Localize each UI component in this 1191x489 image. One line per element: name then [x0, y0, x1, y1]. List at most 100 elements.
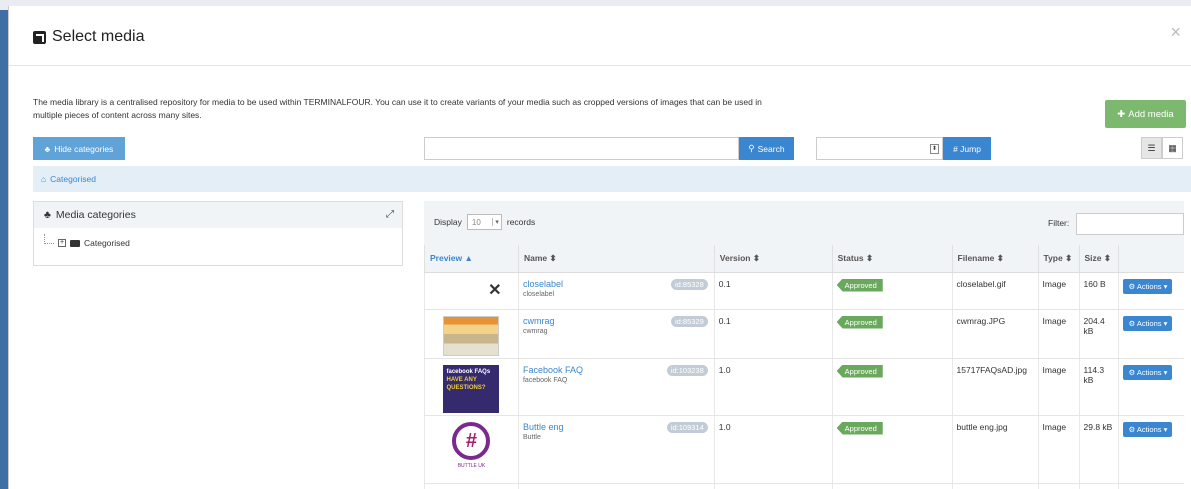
close-icon: ✕ — [488, 281, 502, 299]
expand-icon[interactable]: ⤢ — [386, 209, 394, 220]
table-row: cwmrag cwmrag id:85329 0.1 Approved cwmr… — [424, 309, 1184, 359]
search-icon: ⚲ — [748, 143, 755, 153]
jump-input[interactable]: ⬍ — [816, 137, 943, 160]
table-row — [424, 483, 1184, 489]
name-cell: cwmrag cwmrag id:85329 — [517, 309, 715, 359]
thumb-text: QUESTIONS? — [446, 384, 486, 391]
thumbnail-cwmrag[interactable] — [443, 315, 500, 356]
status-badge: Approved — [836, 278, 883, 292]
jump-button[interactable]: # Jump — [943, 137, 991, 160]
column-version[interactable]: Version ⬍ — [713, 245, 833, 273]
buttle-logo: # — [452, 421, 491, 460]
close-button[interactable]: × — [1170, 22, 1181, 43]
tree-expand-icon[interactable]: + — [58, 239, 66, 247]
display-label: Display — [434, 217, 462, 227]
name-cell: Buttle eng Buttle id:109314 — [517, 415, 715, 484]
column-filename[interactable]: Filename ⬍ — [951, 245, 1039, 273]
status-cell — [831, 483, 953, 489]
size-cell: 204.4 kB — [1078, 309, 1119, 359]
filename-cell: buttle eng.jpg — [951, 415, 1039, 484]
name-cell: Facebook FAQ facebook FAQ id:103238 — [517, 358, 715, 416]
actions-label: Actions ▾ — [1136, 318, 1168, 328]
media-grid-panel: Display 10 ▾ records Filter: Preview ▲ N… — [424, 201, 1184, 489]
external-link-icon — [33, 30, 46, 44]
category-tree: + Categorised — [34, 228, 402, 248]
sitemap-icon: ♣ — [44, 143, 51, 154]
actions-cell: ⚙ Actions ▾ — [1118, 272, 1184, 310]
spinner-icon[interactable]: ⬍ — [930, 144, 939, 154]
column-size[interactable]: Size ⬍ — [1078, 245, 1119, 273]
media-categories-panel: ♣ Media categories ⤢ + Categorised — [33, 201, 403, 266]
add-media-button[interactable]: ✚ Add media — [1105, 100, 1186, 128]
version-cell: 1.0 — [713, 358, 833, 416]
home-icon: ⌂ — [41, 174, 47, 184]
thumbnail-facebook-faq[interactable]: facebook FAQs HAVE ANY QUESTIONS? — [443, 364, 500, 413]
name-cell — [517, 483, 715, 489]
list-view-button[interactable]: ☰ — [1141, 137, 1162, 159]
modal-header: Select media × — [9, 6, 1191, 66]
add-media-label: Add media — [1128, 108, 1174, 120]
filename-cell — [951, 483, 1039, 489]
tree-line — [44, 234, 54, 244]
version-cell: 0.1 — [713, 272, 833, 310]
filename-cell: cwmrag.JPG — [951, 309, 1039, 359]
preview-cell: ✕ — [424, 272, 519, 310]
select-media-modal: Select media × The media library is a ce… — [8, 6, 1191, 489]
media-categories-title: Media categories — [55, 209, 136, 221]
version-cell: 1.0 — [713, 415, 833, 484]
id-badge: id:103238 — [666, 364, 708, 376]
actions-cell — [1118, 483, 1184, 489]
hide-categories-button[interactable]: ♣ Hide categories — [33, 137, 125, 160]
thumbnail-buttle-eng[interactable]: # BUTTLE UK — [447, 421, 495, 478]
preview-cell: # BUTTLE UK — [424, 415, 519, 484]
media-subtitle: cwmrag — [522, 327, 548, 335]
media-categories-header: ♣ Media categories ⤢ — [34, 202, 402, 228]
table-header-row: Preview ▲ Name ⬍ Version ⬍ Status ⬍ File… — [424, 245, 1184, 273]
type-cell: Image — [1037, 415, 1079, 484]
thumbnail-closelabel[interactable]: ✕ — [431, 278, 512, 301]
actions-label: Actions ▾ — [1136, 281, 1168, 291]
breadcrumb-item-categorised[interactable]: Categorised — [50, 174, 96, 184]
actions-button[interactable]: ⚙ Actions ▾ — [1123, 278, 1173, 294]
column-type[interactable]: Type ⬍ — [1037, 245, 1079, 273]
id-badge: id:85328 — [670, 278, 708, 290]
version-cell — [713, 483, 833, 489]
type-cell — [1037, 483, 1079, 489]
version-cell: 0.1 — [713, 309, 833, 359]
folder-icon — [70, 239, 80, 247]
search-input[interactable] — [424, 137, 739, 160]
media-subtitle: Buttle — [522, 433, 541, 441]
column-name[interactable]: Name ⬍ — [517, 245, 715, 273]
actions-cell: ⚙ Actions ▾ — [1118, 358, 1184, 416]
actions-button[interactable]: ⚙ Actions ▾ — [1123, 315, 1173, 331]
table-row: facebook FAQs HAVE ANY QUESTIONS? Facebo… — [424, 358, 1184, 416]
size-cell: 114.3 kB — [1078, 358, 1119, 416]
search-button[interactable]: ⚲ Search — [739, 137, 794, 160]
filter-label: Filter: — [1048, 218, 1070, 228]
column-actions — [1118, 245, 1184, 273]
grid-icon: ▦ — [1168, 142, 1177, 153]
actions-button[interactable]: ⚙ Actions ▾ — [1123, 364, 1173, 380]
table-row: # BUTTLE UK Buttle eng Buttle id:109314 … — [424, 415, 1184, 484]
status-cell: Approved — [831, 358, 953, 416]
status-badge: Approved — [836, 364, 883, 378]
table-row: ✕ closelabel closelabel id:85328 0.1 App… — [424, 272, 1184, 310]
status-badge: Approved — [836, 315, 883, 329]
tree-item-categorised[interactable]: Categorised — [84, 238, 130, 248]
column-status[interactable]: Status ⬍ — [831, 245, 953, 273]
intro-text: The media library is a centralised repos… — [33, 97, 762, 120]
actions-cell: ⚙ Actions ▾ — [1118, 415, 1184, 484]
hide-categories-label: Hide categories — [54, 143, 114, 154]
status-cell: Approved — [831, 272, 953, 310]
thumb-text: BUTTLE UK — [457, 462, 486, 469]
filter-input[interactable] — [1076, 213, 1184, 235]
column-preview[interactable]: Preview ▲ — [424, 245, 519, 273]
actions-button[interactable]: ⚙ Actions ▾ — [1123, 421, 1173, 437]
modal-title: Select media — [33, 28, 145, 46]
preview-cell: facebook FAQs HAVE ANY QUESTIONS? — [424, 358, 519, 416]
records-per-page-select[interactable]: 10 ▾ — [466, 214, 502, 230]
search-label: Search — [757, 143, 785, 154]
status-badge: Approved — [836, 421, 883, 435]
records-label: records — [506, 217, 536, 227]
grid-view-button[interactable]: ▦ — [1162, 137, 1183, 159]
